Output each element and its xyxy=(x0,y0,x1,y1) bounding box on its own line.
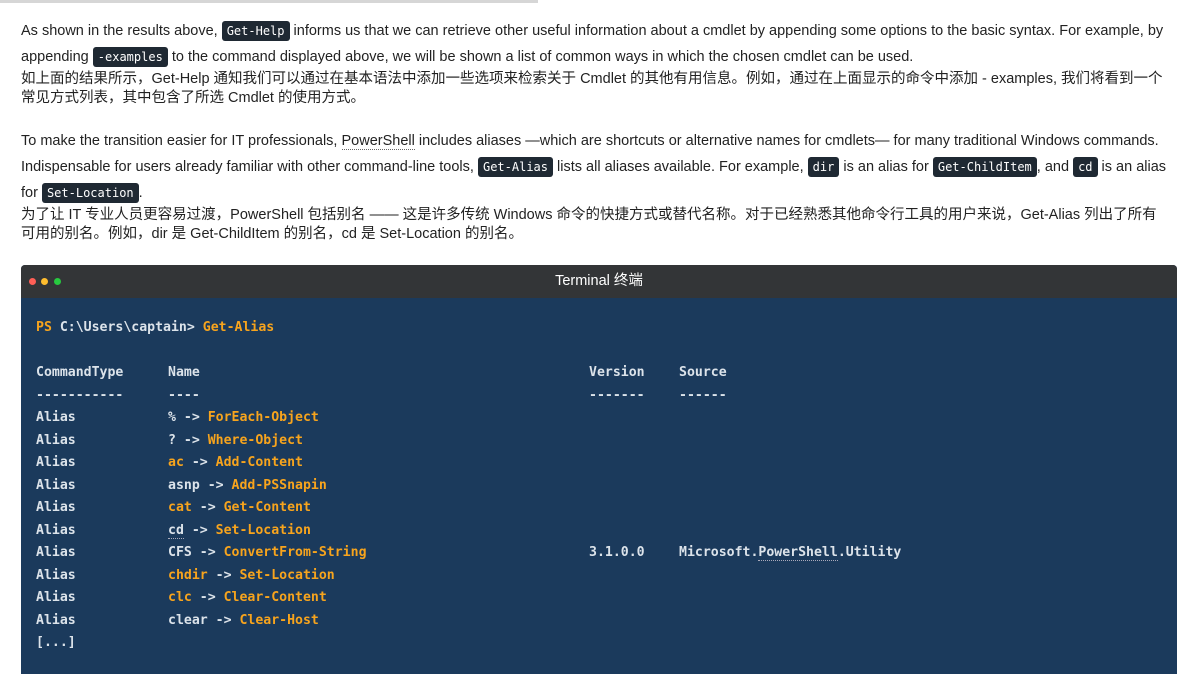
row-type: Alias xyxy=(36,522,76,538)
row-target: Add-PSSnapin xyxy=(231,477,327,493)
dash-version: ------- xyxy=(589,387,645,403)
table-row: Alias cat -> Get-Content xyxy=(36,497,1177,520)
table-row: Alias clear -> Clear-Host xyxy=(36,610,1177,633)
table-row: Alias chdir -> Set-Location xyxy=(36,565,1177,588)
dash-row: ----------- ---- ------- ------ xyxy=(36,385,1177,408)
prompt-command: Get-Alias xyxy=(202,320,275,335)
row-target: ConvertFrom-String xyxy=(223,545,367,560)
dash-name: ---- xyxy=(168,387,200,403)
prompt-line: PS C:\Users\captain> Get-Alias xyxy=(36,317,1177,340)
inline-code-get-help: Get-Help xyxy=(221,21,290,41)
terminal-titlebar: Terminal 终端 xyxy=(21,265,1177,298)
prompt-ps: PS xyxy=(36,320,52,335)
header-row: CommandType Name Version Source xyxy=(36,362,1177,385)
row-target: Add-Content xyxy=(215,455,303,470)
text: As shown in the results above, xyxy=(21,23,222,39)
powershell-term[interactable]: PowerShell xyxy=(341,133,415,150)
article-content: As shown in the results above, Get-Help … xyxy=(21,18,1171,244)
paragraph-2: To make the transition easier for IT pro… xyxy=(21,128,1171,206)
row-type: Alias xyxy=(36,500,76,515)
row-target: Clear-Content xyxy=(223,590,327,605)
row-alias: cat xyxy=(168,500,192,515)
inline-code-get-childitem: Get-ChildItem xyxy=(932,157,1037,177)
ellipsis-line: [...] xyxy=(36,635,76,650)
table-row: Alias% -> ForEach-Object xyxy=(36,407,1177,430)
inline-code-cd: cd xyxy=(1073,157,1098,177)
row-alias: % xyxy=(168,410,176,425)
inline-code-examples: -examples xyxy=(92,47,168,67)
inline-code-dir: dir xyxy=(807,157,840,177)
table-row: Alias cd -> Set-Location xyxy=(36,520,1177,543)
prompt-path: C:\Users\captain> xyxy=(59,320,195,335)
terminal-title: Terminal 终端 xyxy=(555,273,643,289)
row-target: Clear-Host xyxy=(239,612,319,628)
text: . xyxy=(138,185,143,201)
text: lists all aliases available. For example… xyxy=(553,159,808,175)
text: To make the transition easier for IT pro… xyxy=(21,133,342,149)
row-type: Alias xyxy=(36,567,76,583)
row-target: Where-Object xyxy=(207,432,303,448)
row-type: Alias xyxy=(36,612,76,628)
row-alias: cd xyxy=(168,522,184,539)
dash-commandtype: ----------- xyxy=(36,387,124,403)
table-row: Alias? -> Where-Object xyxy=(36,430,1177,453)
row-alias: asnp xyxy=(168,477,200,493)
table-row: Alias CFS -> ConvertFrom-String 3.1.0.0 Mic… xyxy=(36,542,1177,565)
terminal-output: PS C:\Users\captain> Get-Alias CommandTy… xyxy=(21,298,1177,655)
row-alias: chdir xyxy=(168,567,208,583)
row-target: Set-Location xyxy=(239,567,335,583)
row-type: Alias xyxy=(36,432,76,448)
row-type: Alias xyxy=(36,477,76,493)
inline-code-set-location: Set-Location xyxy=(41,183,139,203)
row-alias: clear xyxy=(168,612,208,628)
terminal-window: Terminal 终端 PS C:\Users\captain> Get-Ali… xyxy=(21,265,1177,674)
row-type: Alias xyxy=(36,590,76,605)
source-powershell-term: PowerShell xyxy=(758,545,838,561)
paragraph-1: As shown in the results above, Get-Help … xyxy=(21,18,1171,70)
header-version: Version xyxy=(589,365,645,380)
table-row: Alias asnp -> Add-PSSnapin xyxy=(36,475,1177,498)
row-type: Alias xyxy=(36,410,76,425)
text: , and xyxy=(1036,159,1074,175)
row-target: ForEach-Object xyxy=(207,410,319,425)
row-target: Set-Location xyxy=(215,522,311,538)
row-alias: CFS xyxy=(168,545,192,560)
table-row: Alias ac -> Add-Content xyxy=(36,452,1177,475)
header-commandtype: CommandType xyxy=(36,365,124,380)
text: is an alias for xyxy=(839,159,933,175)
paragraph-1-translation: 如上面的结果所示，Get-Help 通知我们可以通过在基本语法中添加一些选项来检… xyxy=(21,71,1163,106)
row-type: Alias xyxy=(36,545,76,560)
dash-source: ------ xyxy=(679,387,727,403)
table-row: Alias clc -> Clear-Content xyxy=(36,587,1177,610)
row-alias: ? xyxy=(168,432,176,448)
row-target: Get-Content xyxy=(223,500,311,515)
row-version: 3.1.0.0 xyxy=(589,545,645,560)
row-alias: ac xyxy=(168,455,184,470)
top-scroll-indicator xyxy=(0,0,538,3)
paragraph-2-translation: 为了让 IT 专业人员更容易过渡，PowerShell 包括别名 —— 这是许多… xyxy=(21,207,1157,242)
row-alias: clc xyxy=(168,590,192,605)
row-type: Alias xyxy=(36,455,76,470)
header-name: Name xyxy=(168,365,200,380)
row-source: Microsoft.PowerShell.Utility xyxy=(679,545,902,561)
text: to the command displayed above, we will … xyxy=(167,49,914,65)
inline-code-get-alias: Get-Alias xyxy=(477,157,553,177)
header-source: Source xyxy=(679,365,727,380)
